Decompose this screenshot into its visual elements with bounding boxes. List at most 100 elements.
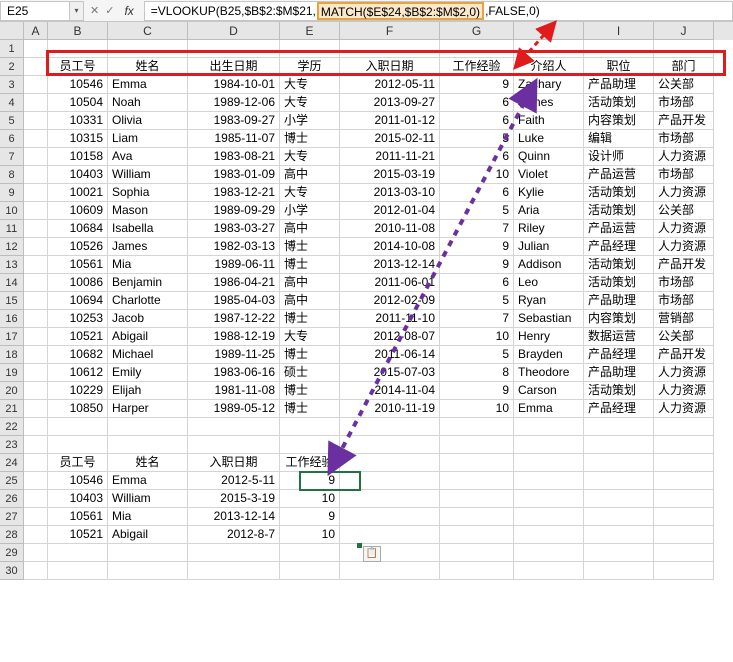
lookup-header[interactable]: 姓名: [108, 454, 188, 472]
cell-name[interactable]: Elijah: [108, 382, 188, 400]
cell[interactable]: [24, 112, 48, 130]
lookup-header[interactable]: 入职日期: [188, 454, 280, 472]
enter-icon[interactable]: ✓: [105, 4, 114, 17]
cell-join[interactable]: 2010-11-19: [340, 400, 440, 418]
cell-dep[interactable]: 公关部: [654, 202, 714, 220]
cell-ref[interactable]: Addison: [514, 256, 584, 274]
header-cell[interactable]: 部门: [654, 58, 714, 76]
cell-dep[interactable]: 人力资源: [654, 184, 714, 202]
lookup-join[interactable]: 2012-8-7: [188, 526, 280, 544]
row-header[interactable]: 26: [0, 490, 24, 508]
cell-exp[interactable]: 10: [440, 166, 514, 184]
header-cell[interactable]: 入职日期: [340, 58, 440, 76]
cell-pos[interactable]: 产品经理: [584, 400, 654, 418]
col-header-G[interactable]: G: [440, 22, 514, 40]
cell[interactable]: [24, 94, 48, 112]
cell-ref[interactable]: Quinn: [514, 148, 584, 166]
cell-ref[interactable]: Kylie: [514, 184, 584, 202]
cell[interactable]: [514, 508, 584, 526]
lookup-header[interactable]: 员工号: [48, 454, 108, 472]
cell-join[interactable]: 2011-01-12: [340, 112, 440, 130]
cell-join[interactable]: 2012-02-09: [340, 292, 440, 310]
header-cell[interactable]: 职位: [584, 58, 654, 76]
lookup-id[interactable]: 10403: [48, 490, 108, 508]
cell-join[interactable]: 2013-12-14: [340, 256, 440, 274]
cell-dob[interactable]: 1989-11-25: [188, 346, 280, 364]
lookup-name[interactable]: Mia: [108, 508, 188, 526]
cell-exp[interactable]: 9: [440, 238, 514, 256]
cell-ref[interactable]: Sebastian: [514, 310, 584, 328]
cell[interactable]: [24, 238, 48, 256]
cell-join[interactable]: 2010-11-08: [340, 220, 440, 238]
cell[interactable]: [24, 418, 48, 436]
cell-dob[interactable]: 1983-09-27: [188, 112, 280, 130]
lookup-exp[interactable]: 10: [280, 490, 340, 508]
cell-edu[interactable]: 大专: [280, 76, 340, 94]
cell[interactable]: [24, 256, 48, 274]
cell-id[interactable]: 10694: [48, 292, 108, 310]
cell[interactable]: [340, 472, 440, 490]
cell[interactable]: [24, 40, 48, 58]
cell[interactable]: [584, 526, 654, 544]
cell-dob[interactable]: 1983-08-21: [188, 148, 280, 166]
cell-id[interactable]: 10612: [48, 364, 108, 382]
row-header[interactable]: 30: [0, 562, 24, 580]
cell[interactable]: [654, 418, 714, 436]
cell-ref[interactable]: Faith: [514, 112, 584, 130]
cell[interactable]: [340, 508, 440, 526]
cell-dob[interactable]: 1986-04-21: [188, 274, 280, 292]
cell-id[interactable]: 10403: [48, 166, 108, 184]
lookup-id[interactable]: 10521: [48, 526, 108, 544]
fill-handle[interactable]: [357, 543, 362, 548]
lookup-join[interactable]: 2015-3-19: [188, 490, 280, 508]
cell-dep[interactable]: 市场部: [654, 94, 714, 112]
cell[interactable]: [188, 436, 280, 454]
header-cell[interactable]: 出生日期: [188, 58, 280, 76]
cell-edu[interactable]: 高中: [280, 166, 340, 184]
cell-name[interactable]: William: [108, 166, 188, 184]
cell-id[interactable]: 10021: [48, 184, 108, 202]
cell-ref[interactable]: Aria: [514, 202, 584, 220]
cell-name[interactable]: Isabella: [108, 220, 188, 238]
cell-exp[interactable]: 6: [440, 94, 514, 112]
cell-pos[interactable]: 产品经理: [584, 238, 654, 256]
cell-exp[interactable]: 9: [440, 76, 514, 94]
cell-edu[interactable]: 博士: [280, 346, 340, 364]
lookup-name[interactable]: William: [108, 490, 188, 508]
cell-id[interactable]: 10331: [48, 112, 108, 130]
lookup-exp[interactable]: 9: [280, 508, 340, 526]
cell-dob[interactable]: 1982-03-13: [188, 238, 280, 256]
cell-edu[interactable]: 博士: [280, 310, 340, 328]
row-header[interactable]: 10: [0, 202, 24, 220]
cell[interactable]: [514, 544, 584, 562]
cell[interactable]: [108, 40, 188, 58]
cell-name[interactable]: Olivia: [108, 112, 188, 130]
cell-exp[interactable]: 5: [440, 202, 514, 220]
cell[interactable]: [340, 490, 440, 508]
cell-join[interactable]: 2015-02-11: [340, 130, 440, 148]
cell-dep[interactable]: 产品开发: [654, 346, 714, 364]
cell-id[interactable]: 10229: [48, 382, 108, 400]
row-header[interactable]: 4: [0, 94, 24, 112]
lookup-join[interactable]: 2013-12-14: [188, 508, 280, 526]
cell-name[interactable]: Abigail: [108, 328, 188, 346]
cell-pos[interactable]: 产品运营: [584, 220, 654, 238]
cell[interactable]: [24, 328, 48, 346]
cell-ref[interactable]: Julian: [514, 238, 584, 256]
row-header[interactable]: 8: [0, 166, 24, 184]
cell-join[interactable]: 2013-09-27: [340, 94, 440, 112]
cell-join[interactable]: 2012-08-07: [340, 328, 440, 346]
row-header[interactable]: 22: [0, 418, 24, 436]
cell-dep[interactable]: 营销部: [654, 310, 714, 328]
cell-pos[interactable]: 活动策划: [584, 184, 654, 202]
cell-pos[interactable]: 产品助理: [584, 76, 654, 94]
cell[interactable]: [280, 544, 340, 562]
cell[interactable]: [24, 490, 48, 508]
cell[interactable]: [108, 562, 188, 580]
cell[interactable]: [514, 436, 584, 454]
cell-edu[interactable]: 高中: [280, 292, 340, 310]
cell-pos[interactable]: 活动策划: [584, 202, 654, 220]
cell[interactable]: [24, 292, 48, 310]
cell-id[interactable]: 10253: [48, 310, 108, 328]
cell-pos[interactable]: 产品运营: [584, 166, 654, 184]
